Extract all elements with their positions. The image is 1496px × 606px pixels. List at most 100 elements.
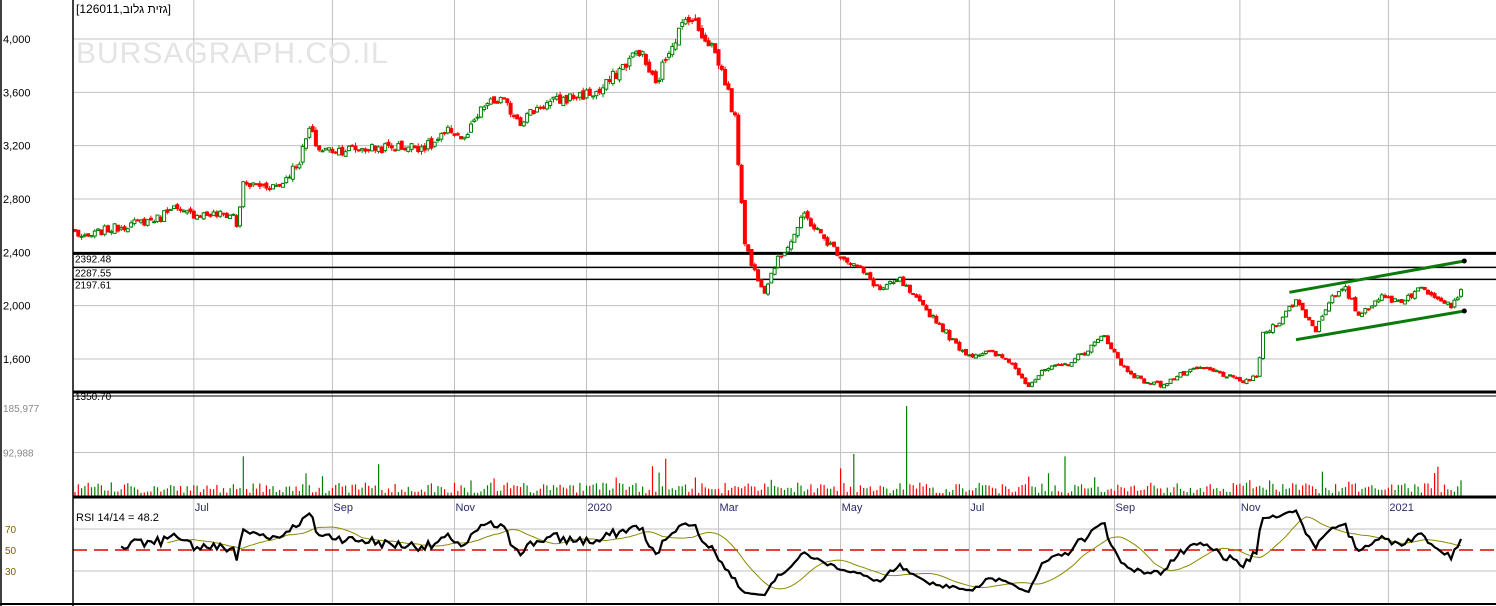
candle-up — [1185, 371, 1190, 376]
candle-up — [1049, 365, 1054, 370]
candle-up — [551, 96, 556, 100]
candle-up — [815, 227, 820, 230]
candle-down — [244, 181, 249, 185]
candle-down — [1026, 382, 1031, 388]
candle-down — [492, 96, 497, 104]
candle-up — [439, 132, 444, 140]
candle-down — [1066, 364, 1071, 367]
candle-up — [554, 95, 559, 100]
candle-up — [525, 113, 530, 123]
candle-up — [789, 241, 794, 250]
candle-down — [1016, 368, 1021, 376]
candle-up — [775, 255, 780, 268]
candle-down — [825, 237, 830, 246]
candle-down — [921, 300, 926, 306]
candle-up — [271, 184, 275, 190]
candle-down — [1105, 335, 1110, 345]
candle-down — [868, 272, 873, 281]
candle-down — [1389, 295, 1394, 303]
candle-up — [1168, 378, 1173, 384]
time-tick-label: Sep — [1116, 502, 1136, 514]
candle-up — [201, 212, 206, 220]
candle-up — [419, 146, 424, 152]
rsi-label: RSI 14/14 = 48.2 — [76, 512, 159, 524]
candle-down — [1020, 373, 1025, 379]
candle-up — [112, 223, 117, 234]
candle-down — [188, 208, 193, 213]
candle-down — [812, 224, 817, 230]
candle-up — [620, 63, 625, 70]
candle-down — [746, 244, 751, 252]
candle-up — [320, 150, 325, 153]
candle-down — [389, 145, 394, 149]
price-tick-label: 3,600 — [3, 87, 31, 99]
candle-up — [119, 227, 124, 230]
candle-down — [1181, 370, 1186, 376]
candle-down — [1432, 293, 1437, 298]
time-tick-label: 2021 — [1389, 502, 1413, 514]
candle-down — [587, 88, 592, 96]
candle-down — [726, 83, 731, 90]
candle-up — [92, 230, 97, 237]
candle-up — [673, 42, 678, 50]
candle-up — [218, 210, 223, 217]
candle-up — [610, 70, 615, 85]
candle-up — [772, 267, 777, 275]
candle-up — [228, 214, 233, 219]
candle-down — [373, 145, 378, 151]
candle-up — [152, 221, 157, 224]
candle-up — [1360, 312, 1364, 317]
candle-down — [1409, 293, 1414, 298]
candle-up — [1145, 381, 1150, 384]
candle-up — [950, 338, 955, 341]
candle-down — [1158, 380, 1163, 388]
candle-up — [667, 53, 671, 58]
candle-down — [366, 149, 371, 152]
candle-up — [172, 205, 176, 210]
candle-up — [485, 103, 490, 107]
candle-down — [247, 183, 252, 188]
candle-down — [261, 183, 266, 186]
candle-down — [1237, 377, 1242, 382]
candle-down — [581, 90, 586, 100]
candle-up — [634, 51, 638, 55]
candle-down — [964, 348, 968, 356]
candle-down — [310, 126, 315, 133]
candle-down — [762, 285, 767, 294]
candle-down — [1399, 299, 1404, 303]
rsi-line — [120, 509, 1463, 597]
candle-down — [205, 211, 209, 216]
candle-up — [1036, 375, 1041, 380]
candle-up — [1287, 305, 1292, 312]
candle-down — [1297, 299, 1302, 306]
candle-down — [808, 218, 813, 227]
candle-down — [1449, 302, 1454, 309]
candle-up — [1162, 384, 1166, 389]
candle-down — [191, 210, 196, 219]
candle-up — [617, 68, 622, 81]
candle-up — [1039, 369, 1044, 376]
candle-up — [1376, 299, 1381, 303]
candle-up — [406, 146, 411, 152]
candle-up — [1294, 299, 1298, 307]
candle-down — [1247, 378, 1252, 381]
candle-up — [1280, 316, 1285, 325]
candle-down — [422, 145, 427, 151]
candle-up — [409, 143, 414, 150]
price-level-label: 2197.61 — [75, 280, 112, 291]
candle-up — [640, 51, 645, 55]
candle-up — [894, 280, 899, 283]
candle-up — [1406, 294, 1411, 301]
candle-down — [838, 256, 843, 259]
candle-down — [1119, 358, 1124, 366]
candle-down — [333, 151, 338, 154]
candle-up — [168, 208, 173, 211]
candle-down — [907, 284, 912, 293]
candle-up — [1063, 363, 1067, 366]
candle-up — [327, 147, 332, 151]
candle-down — [749, 248, 754, 266]
candle-down — [416, 146, 421, 153]
candle-down — [1442, 300, 1447, 304]
price-tick-label: 2,800 — [3, 194, 31, 206]
candle-up — [109, 230, 114, 234]
